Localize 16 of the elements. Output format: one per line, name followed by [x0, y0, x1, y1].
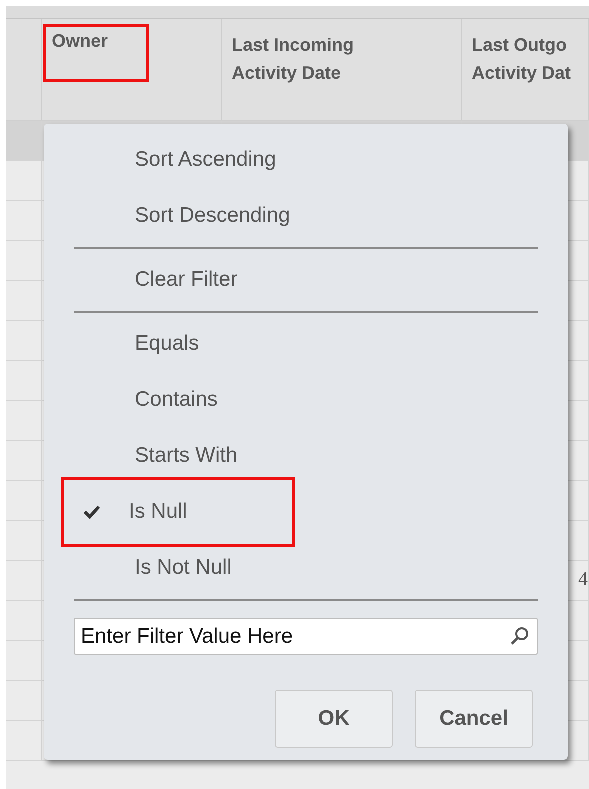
menu-item[interactable]: Clear Filter — [135, 268, 238, 292]
menu-item[interactable]: Contains — [135, 388, 218, 412]
table-cell: 4 — [578, 569, 588, 591]
column-header[interactable]: Owner — [46, 27, 146, 79]
dialog-button[interactable]: OK — [275, 690, 393, 748]
filter-input-field[interactable]: Enter Filter Value Here — [74, 618, 538, 655]
menu-item[interactable]: Equals — [135, 332, 200, 356]
menu-item[interactable]: Starts With — [135, 444, 238, 468]
menu-item[interactable]: Sort Descending — [135, 204, 290, 228]
menu-item[interactable]: Is Null — [129, 500, 188, 524]
menu-item[interactable]: Sort Ascending — [135, 148, 276, 172]
column-header[interactable]: Last Incoming Activity Date — [232, 31, 407, 87]
search-icon — [510, 626, 530, 646]
column-header[interactable]: Last Outgo Activity Dat — [472, 31, 578, 87]
dialog-button[interactable]: Cancel — [415, 690, 533, 748]
menu-item[interactable]: Is Not Null — [135, 556, 232, 580]
